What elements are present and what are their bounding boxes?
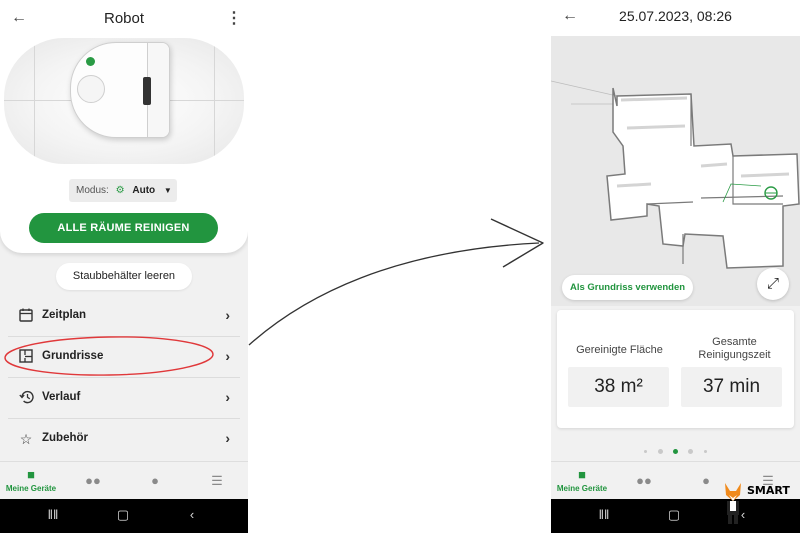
mode-selector[interactable]: Modus: ⚙ Auto ▼ (69, 179, 177, 202)
stat-label-time: Gesamte Reinigungszeit (698, 336, 771, 361)
page-title: Robot (103, 10, 145, 27)
nav-tab-menu[interactable]: ☰ (186, 462, 248, 500)
nav-tab-my-devices[interactable]: ■ Meine Geräte (551, 462, 613, 500)
nav-tab-label: Meine Geräte (556, 484, 608, 493)
smart-logo: SMART (721, 481, 800, 529)
floor-map (551, 80, 800, 269)
recent-apps-icon[interactable]: ‖‖ (43, 507, 63, 522)
menu-item-zubehoer[interactable]: ☆ Zubehör › (8, 420, 240, 460)
menu-item-label: Zeitplan (42, 309, 87, 321)
star-icon: ☆ (19, 431, 33, 447)
app-header: ← Robot ⋮ (0, 0, 248, 38)
page-dot-active (673, 449, 678, 455)
stat-label-area: Gereinigte Fläche (576, 344, 663, 356)
use-as-floorplan-button[interactable]: Als Grundriss verwenden (562, 275, 693, 300)
grid-line (34, 38, 35, 164)
robot-image (70, 42, 170, 138)
caret-down-icon: ▼ (163, 186, 172, 195)
expand-icon[interactable]: ⤢ (757, 268, 789, 300)
chevron-right-icon: › (225, 389, 230, 405)
robot-illustration (4, 38, 244, 164)
more-vert-icon[interactable]: ⋮ (226, 10, 242, 28)
people-icon: ●● (85, 473, 101, 488)
mode-value: Auto (132, 185, 156, 196)
nav-tab-my-devices[interactable]: ■ Meine Geräte (0, 462, 62, 500)
cleaning-report-screen: ← 25.07.2023, 08:26 Als Grundriss verwen… (551, 0, 800, 533)
chevron-right-icon: › (225, 307, 230, 323)
chevron-right-icon: › (225, 430, 230, 446)
robot-status-led (86, 57, 95, 66)
grid-line (214, 38, 215, 164)
person-icon: ● (151, 473, 159, 488)
home-icon: ■ (27, 467, 35, 482)
stat-value-time: 37 min (681, 367, 782, 407)
nav-tab-label: Meine Geräte (5, 484, 57, 493)
nav-tab-people[interactable]: ●● (613, 462, 675, 500)
home-icon: ■ (578, 467, 586, 482)
robot-sensor (143, 77, 151, 105)
menu-icon: ☰ (211, 473, 223, 488)
empty-dustbin-button[interactable]: Staubbehälter leeren (56, 263, 192, 290)
home-button-icon[interactable]: ▢ (664, 507, 684, 523)
robot-control-card: ← Robot ⋮ Modus: ⚙ Auto ▼ ALLE RÄUME REI… (0, 0, 248, 253)
stat-value-area: 38 m² (568, 367, 669, 407)
clean-all-rooms-button[interactable]: ALLE RÄUME REINIGEN (29, 213, 218, 243)
auto-mode-icon: ⚙ (115, 185, 125, 196)
page-dot (644, 450, 648, 454)
back-button-icon[interactable]: ‹ (182, 507, 202, 522)
page-title: 25.07.2023, 08:26 (619, 8, 732, 24)
menu-item-verlauf[interactable]: Verlauf › (8, 379, 240, 419)
nav-tab-people[interactable]: ●● (62, 462, 124, 500)
system-navigation-bar: ‖‖ ▢ ‹ (0, 499, 248, 533)
mode-label: Modus: (76, 185, 109, 196)
page-dot (703, 450, 707, 454)
people-icon: ●● (636, 473, 652, 488)
transition-arrow (248, 218, 544, 346)
chevron-right-icon: › (225, 348, 230, 364)
menu-item-label: Zubehör (42, 432, 88, 444)
cleaning-map[interactable] (551, 36, 800, 306)
recent-apps-icon[interactable]: ‖‖ (594, 507, 614, 522)
screenshot-canvas: ← Robot ⋮ Modus: ⚙ Auto ▼ ALLE RÄUME REI… (0, 0, 800, 533)
menu-item-label: Verlauf (42, 391, 81, 403)
history-icon (18, 390, 34, 406)
highlight-ellipse (4, 336, 214, 376)
nav-tab-profile[interactable]: ● (124, 462, 186, 500)
robot-power-button (77, 75, 105, 103)
cleaning-stats-card: Gereinigte Fläche Gesamte Reinigungszeit… (557, 310, 794, 428)
calendar-icon (18, 308, 34, 324)
logo-text: SMART (747, 484, 790, 497)
home-button-icon[interactable]: ▢ (113, 507, 133, 523)
robot-screen: ← Robot ⋮ Modus: ⚙ Auto ▼ ALLE RÄUME REI… (0, 0, 248, 533)
app-header: ← 25.07.2023, 08:26 (551, 0, 800, 36)
bottom-navigation: ■ Meine Geräte ●● ● ☰ (0, 461, 248, 499)
page-dot (688, 449, 694, 455)
fox-mascot-icon (725, 483, 741, 524)
page-indicator (551, 443, 800, 461)
page-dot (657, 449, 663, 455)
